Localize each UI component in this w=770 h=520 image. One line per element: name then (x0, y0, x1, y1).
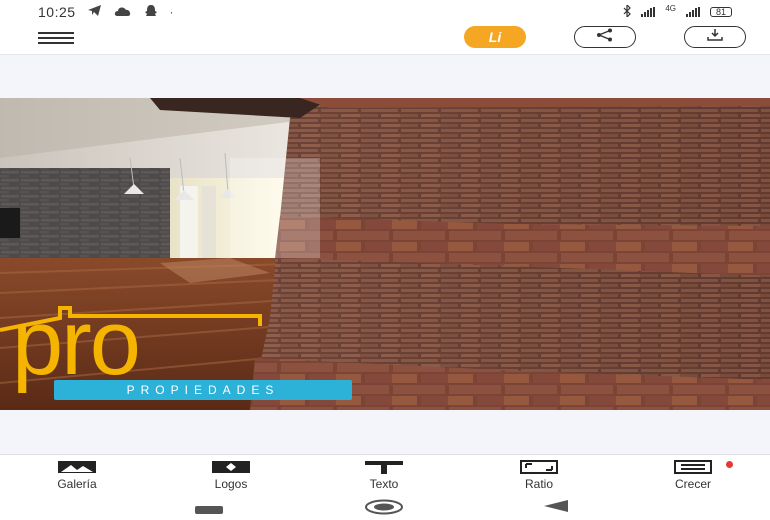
text-icon (334, 459, 434, 475)
notification-dot (726, 461, 733, 468)
more-notifications-icon: · (169, 5, 174, 19)
share-button[interactable] (574, 26, 636, 48)
signal-icon-2 (685, 7, 700, 17)
logo-wordmark: pro (12, 292, 141, 394)
li-button[interactable]: Li (464, 26, 526, 48)
toolbar-grow-label: Crecer (674, 477, 711, 491)
system-nav-bar (0, 493, 770, 520)
app-bar: Li (0, 24, 770, 54)
snapchat-icon (144, 4, 158, 20)
telegram-icon (87, 5, 102, 19)
toolbar-gallery-label: Galería (57, 477, 97, 491)
share-icon (596, 28, 614, 47)
logo-tagline: PROPIEDADES (54, 380, 352, 400)
toolbar-text-label: Texto (369, 477, 399, 491)
hamburger-icon[interactable] (38, 32, 74, 46)
signal-icon (641, 7, 656, 17)
download-button[interactable] (684, 26, 746, 48)
back-icon[interactable] (542, 499, 570, 518)
cloud-icon (114, 5, 132, 19)
gallery-icon (27, 459, 127, 475)
ratio-icon (489, 459, 589, 475)
toolbar-gallery[interactable]: Galería (27, 459, 127, 491)
network-label: 4G (665, 3, 676, 13)
toolbar-text[interactable]: Texto (334, 459, 434, 491)
li-button-label: Li (488, 29, 502, 45)
toolbar-logos[interactable]: Logos (181, 459, 281, 491)
toolbar-ratio-label: Ratio (524, 477, 553, 491)
battery-level: 81 (715, 7, 726, 17)
status-bar: 10:25 · 4G 81 (0, 0, 770, 24)
download-icon (706, 28, 724, 47)
battery-icon: 81 (709, 7, 732, 17)
bottom-toolbar: Galería Logos Texto Ratio Crecer (0, 455, 770, 493)
bluetooth-icon (623, 3, 632, 20)
home-icon[interactable] (364, 499, 404, 520)
recents-icon[interactable] (194, 502, 224, 520)
status-time: 10:25 (38, 4, 76, 20)
toolbar-logos-label: Logos (214, 477, 248, 491)
toolbar-ratio[interactable]: Ratio (489, 459, 589, 491)
logo-icon (181, 459, 281, 475)
